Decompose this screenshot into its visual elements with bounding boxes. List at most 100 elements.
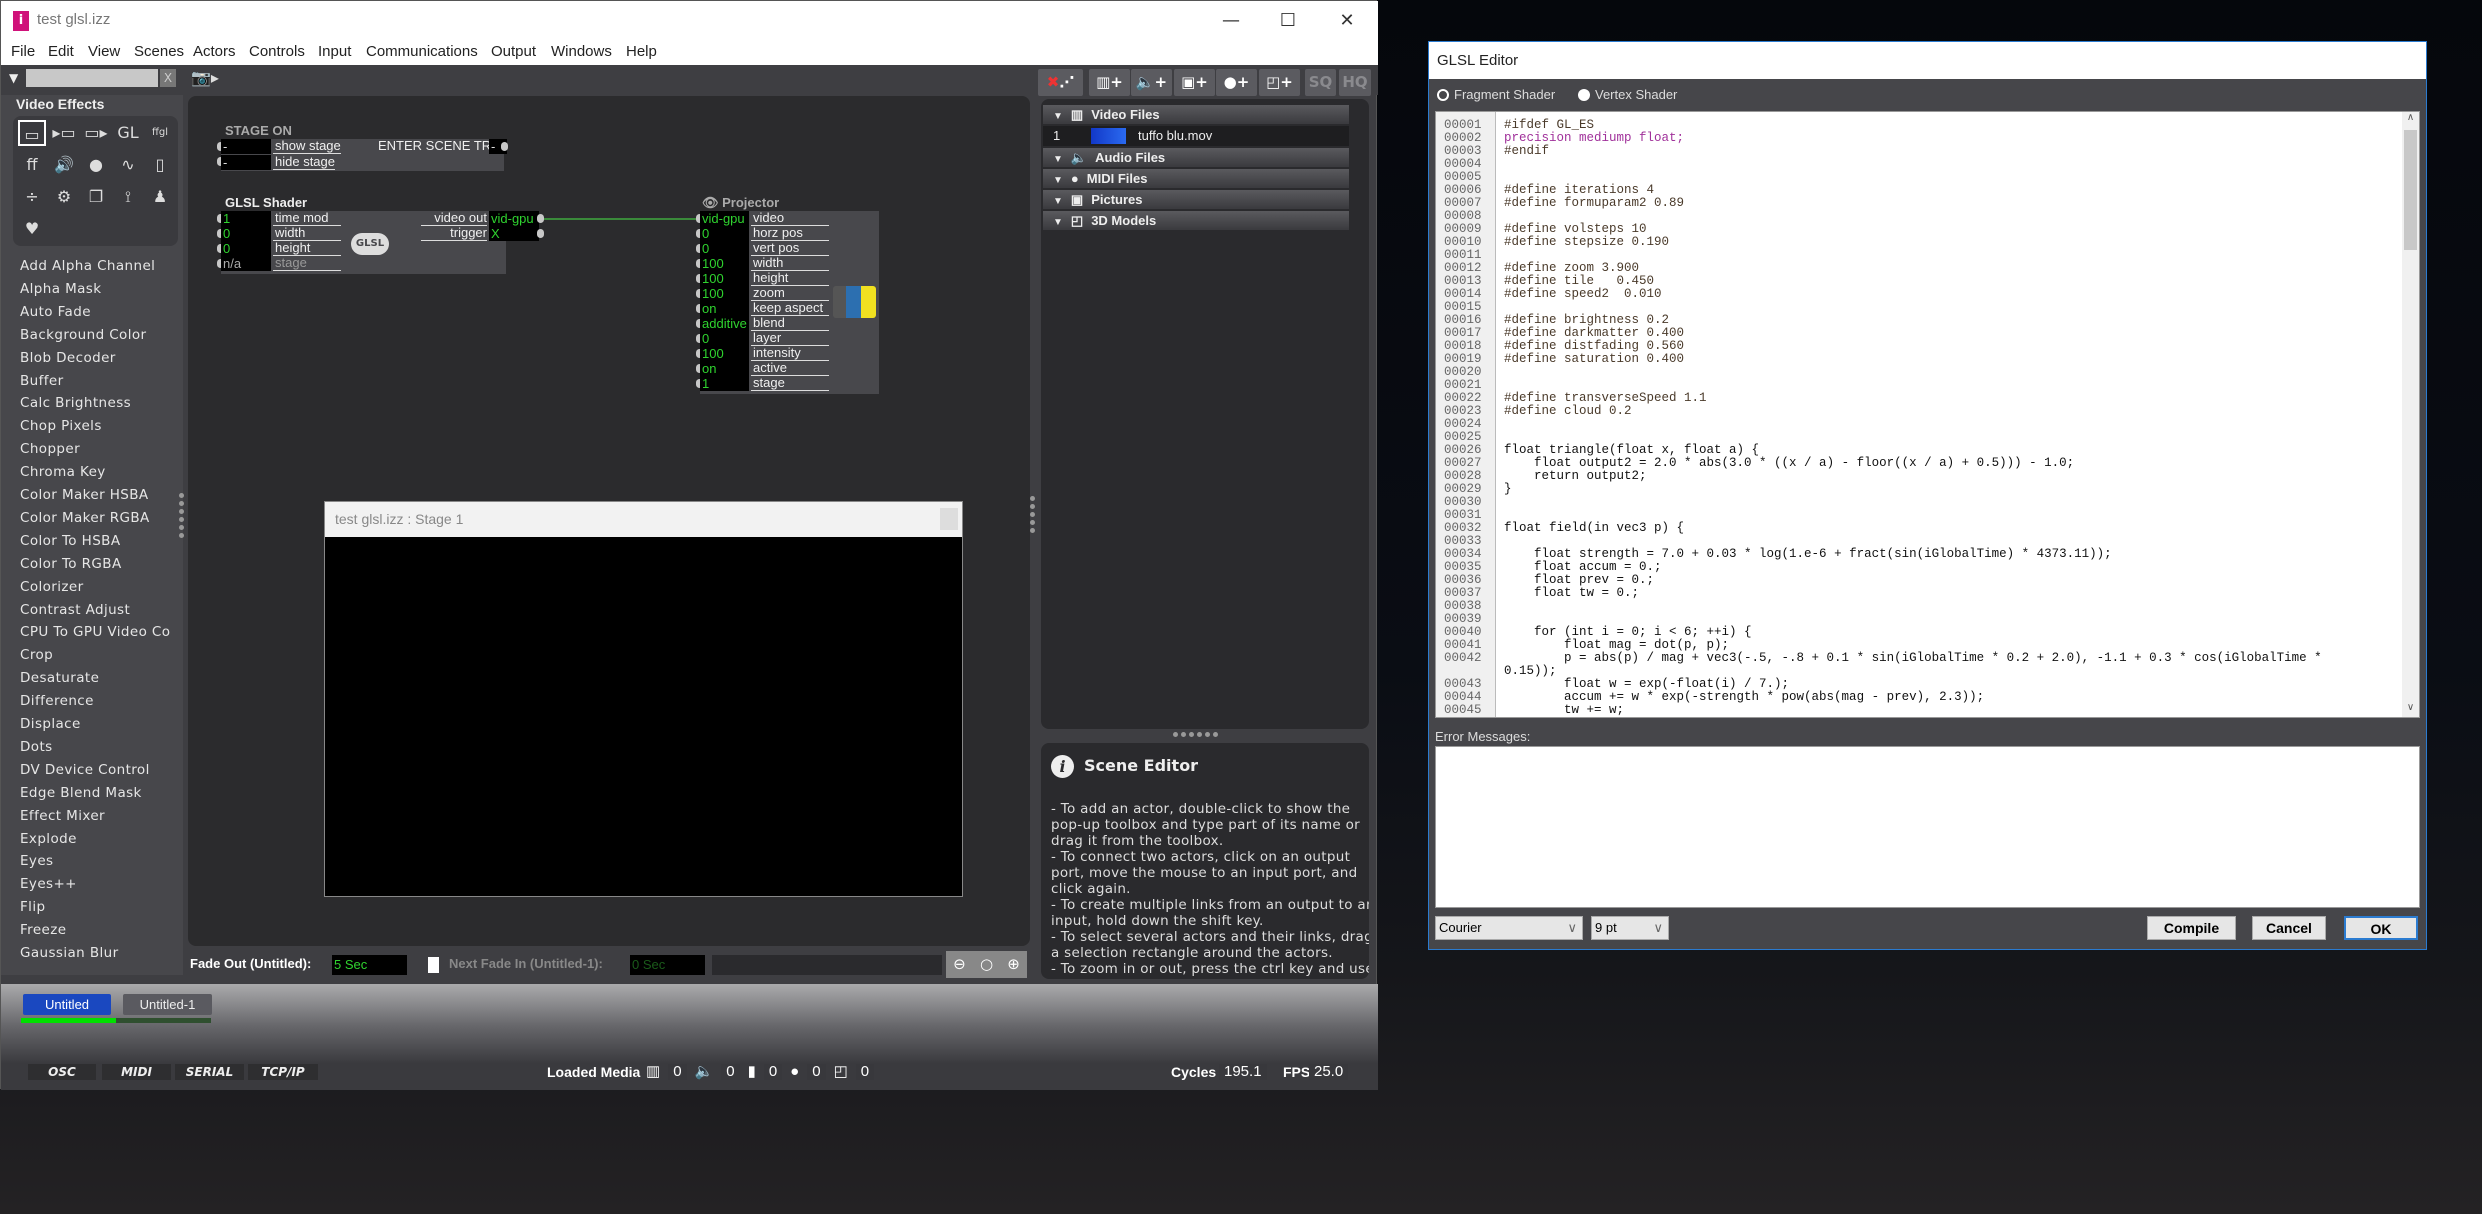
expand-triangle-icon[interactable]: ▼: [1053, 175, 1063, 186]
actor-list-item[interactable]: Eyes++: [20, 876, 77, 892]
remove-media-button[interactable]: ✖⋰: [1038, 69, 1083, 96]
actor-list-item[interactable]: Chopper: [20, 441, 80, 457]
math-icon[interactable]: ÷: [18, 184, 46, 210]
projector-horz-pos-value[interactable]: 0: [700, 226, 749, 241]
menu-output[interactable]: Output: [491, 43, 536, 60]
hq-button[interactable]: HQ: [1339, 69, 1371, 96]
add-midi-button[interactable]: ●+: [1216, 69, 1257, 96]
fade-out-value[interactable]: 5 Sec: [332, 955, 407, 975]
actor-list-item[interactable]: Add Alpha Channel: [20, 258, 155, 274]
menu-windows[interactable]: Windows: [551, 43, 612, 60]
stage-close-button[interactable]: [940, 508, 958, 530]
projector-active-value[interactable]: on: [700, 361, 749, 376]
stage-on-actor[interactable]: - show stage - hide stage ENTER SCENE TR…: [217, 139, 508, 171]
glsl-shader-actor[interactable]: GLSL video out vid-gpu trigger X 1 time m…: [217, 211, 544, 274]
trigger-port[interactable]: [537, 229, 544, 238]
menu-file[interactable]: File: [11, 43, 35, 60]
size-select[interactable]: 9 pt ∨: [1591, 916, 1669, 940]
mouse-icon[interactable]: ▯: [146, 152, 174, 178]
actor-list-item[interactable]: Effect Mixer: [20, 808, 105, 824]
actor-list-item[interactable]: Color Maker RGBA: [20, 510, 150, 526]
scene-tab-untitled-1[interactable]: Untitled-1: [123, 994, 212, 1015]
projector-height-value[interactable]: 100: [700, 271, 749, 286]
video-out-port[interactable]: [537, 214, 544, 223]
glsl-icon[interactable]: GL: [114, 120, 142, 146]
projector-blend-value[interactable]: additive: [700, 316, 749, 331]
menu-view[interactable]: View: [88, 43, 120, 60]
actor-list-item[interactable]: Auto Fade: [20, 304, 91, 320]
projector-stage-value[interactable]: 1: [700, 376, 749, 391]
scroll-thumb[interactable]: [2404, 130, 2417, 250]
menu-help[interactable]: Help: [626, 43, 657, 60]
audio-icon[interactable]: 🔊: [50, 152, 78, 178]
actor-list-item[interactable]: Explode: [20, 831, 77, 847]
midi-icon[interactable]: ●: [82, 152, 110, 178]
actor-list-item[interactable]: Edge Blend Mask: [20, 785, 142, 801]
code-scrollbar[interactable]: ∧ ∨: [2402, 112, 2419, 717]
wave-icon[interactable]: ∿: [114, 152, 142, 178]
projector-video-value[interactable]: vid-gpu: [700, 211, 749, 226]
projector-width-value[interactable]: 100: [700, 256, 749, 271]
close-button[interactable]: ✕: [1332, 7, 1362, 35]
scroll-down-icon[interactable]: ∨: [2402, 702, 2419, 713]
sq-button[interactable]: SQ: [1305, 69, 1336, 96]
actor-list-item[interactable]: Difference: [20, 693, 94, 709]
ok-button[interactable]: OK: [2344, 916, 2418, 940]
output-port[interactable]: [501, 142, 508, 151]
add-audio-button[interactable]: 🔈+: [1131, 69, 1172, 96]
actor-list-item[interactable]: Colorizer: [20, 579, 84, 595]
scene-scrubber[interactable]: [712, 955, 942, 975]
actor-list-item[interactable]: CPU To GPU Video Co: [20, 624, 170, 640]
actor-list-item[interactable]: DV Device Control: [20, 762, 150, 778]
actor-list-item[interactable]: Background Color: [20, 327, 146, 343]
actor-list-item[interactable]: Chop Pixels: [20, 418, 102, 434]
projector-vert-pos-value[interactable]: 0: [700, 241, 749, 256]
next-fade-value[interactable]: 0 Sec: [630, 955, 705, 975]
panel-splitter[interactable]: [1173, 732, 1218, 737]
menu-input[interactable]: Input: [318, 43, 351, 60]
actor-list-item[interactable]: Chroma Key: [20, 464, 106, 480]
clear-search-button[interactable]: X: [160, 69, 176, 87]
actor-list-item[interactable]: Crop: [20, 647, 53, 663]
gear-icon[interactable]: ⚙: [50, 184, 78, 210]
video-out-icon[interactable]: ▭▸: [82, 120, 110, 146]
scene-tab-untitled[interactable]: Untitled: [23, 994, 111, 1015]
zoom-out-icon[interactable]: ⊖: [953, 951, 966, 978]
layers-icon[interactable]: ❐: [82, 184, 110, 210]
next-fade-checkbox[interactable]: [428, 957, 439, 973]
actor-list-item[interactable]: Color Maker HSBA: [20, 487, 149, 503]
actor-list-item[interactable]: Desaturate: [20, 670, 99, 686]
actor-list-item[interactable]: Buffer: [20, 373, 64, 389]
actor-list-item[interactable]: Gaussian Blur: [20, 945, 119, 961]
compile-button[interactable]: Compile: [2147, 916, 2236, 940]
video-actor-icon[interactable]: ▭: [18, 120, 46, 146]
menu-scenes[interactable]: Scenes: [134, 43, 184, 60]
media-group-midi-files[interactable]: ▼ ● MIDI Files: [1043, 169, 1349, 188]
glsl-time-mod-value[interactable]: 1: [221, 211, 271, 226]
glsl-height-value[interactable]: 0: [221, 241, 271, 256]
add-video-button[interactable]: ▥+: [1089, 69, 1130, 96]
code-editor[interactable]: 00001 #ifdef GL_ES 00002 precision mediump …: [1435, 111, 2420, 718]
add-picture-button[interactable]: ▣+: [1174, 69, 1215, 96]
video-in-icon[interactable]: ▸▭: [50, 120, 78, 146]
zoom-reset-icon[interactable]: ○: [980, 951, 993, 978]
menu-communications[interactable]: Communications: [366, 43, 478, 60]
actor-list-item[interactable]: Displace: [20, 716, 81, 732]
scroll-up-icon[interactable]: ∧: [2402, 112, 2419, 123]
projector-keep-aspect-value[interactable]: on: [700, 301, 749, 316]
actor-list-item[interactable]: Color To RGBA: [20, 556, 122, 572]
actor-list-item[interactable]: Freeze: [20, 922, 66, 938]
media-group-pictures[interactable]: ▼ ▣ Pictures: [1043, 190, 1349, 209]
maximize-button[interactable]: ☐: [1273, 7, 1303, 35]
user-icon[interactable]: ♟: [146, 184, 174, 210]
media-group-audio-files[interactable]: ▼ 🔈 Audio Files: [1043, 148, 1349, 167]
actor-list-item[interactable]: Eyes: [20, 853, 53, 869]
antenna-icon[interactable]: ⟟: [114, 184, 142, 210]
projector-zoom-value[interactable]: 100: [700, 286, 749, 301]
camera-icon[interactable]: 📷▸: [191, 68, 219, 87]
expand-triangle-icon[interactable]: ▼: [1053, 111, 1063, 122]
actor-list-item[interactable]: Blob Decoder: [20, 350, 116, 366]
serial-button[interactable]: SERIAL: [175, 1064, 244, 1080]
actor-list-item[interactable]: Alpha Mask: [20, 281, 101, 297]
osc-button[interactable]: OSC: [28, 1064, 96, 1080]
